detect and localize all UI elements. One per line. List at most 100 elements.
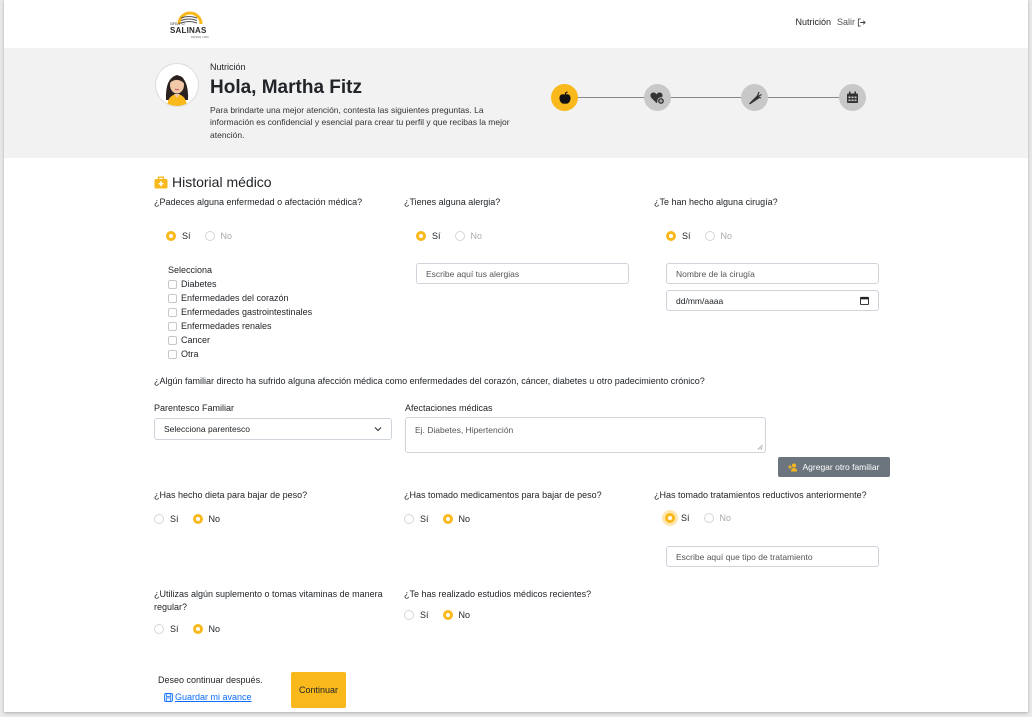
save-icon <box>164 692 173 702</box>
question-diet: ¿Has hecho dieta para bajar de peso? <box>154 490 308 500</box>
option-label: Enfermedades del corazón <box>181 293 289 303</box>
relation-label: Parentesco Familiar <box>154 403 235 413</box>
radio-studies-yes[interactable] <box>404 610 414 620</box>
radio-diet-no[interactable] <box>192 514 203 524</box>
radio-studies-yes-label: Sí <box>420 610 429 620</box>
option-label: Cancer <box>181 335 211 345</box>
surgery-date-input[interactable]: dd/mm/aaaa <box>666 290 879 311</box>
option-label: Otra <box>181 349 199 359</box>
option-label: Diabetes <box>181 279 217 289</box>
radio-treatments-yes-label: Sí <box>681 513 690 523</box>
question-studies: ¿Te has realizado estudios médicos recie… <box>404 589 592 599</box>
radio-medication-no[interactable] <box>442 514 453 524</box>
option-other[interactable]: Otra <box>168 347 312 361</box>
radio-allergy-no[interactable] <box>454 231 465 241</box>
radio-diet-no-label: No <box>208 514 221 524</box>
radio-group-studies: Sí No <box>404 610 478 620</box>
user-plus-icon <box>788 463 798 471</box>
question-surgery: ¿Te han hecho alguna cirugía? <box>654 197 778 207</box>
radio-surgery-yes[interactable] <box>666 231 676 241</box>
option-diabetes[interactable]: Diabetes <box>168 277 312 291</box>
relation-select[interactable]: Selecciona parentesco <box>154 418 392 440</box>
calendar-picker-icon[interactable] <box>860 296 869 305</box>
step-nutrition[interactable] <box>551 84 578 111</box>
radio-group-diet: Sí No <box>154 514 228 524</box>
illness-options-list: Diabetes Enfermedades del corazón Enferm… <box>168 277 312 361</box>
radio-studies-no-label: No <box>458 610 471 620</box>
woman-avatar-icon <box>165 75 189 106</box>
radio-illness-yes-label: Sí <box>182 231 191 241</box>
checkbox[interactable] <box>168 307 177 317</box>
radio-diet-yes-label: Sí <box>170 514 179 524</box>
option-renal[interactable]: Enfermedades renales <box>168 319 312 333</box>
option-label: Enfermedades gastrointestinales <box>181 307 313 317</box>
page: GRUPO SALINAS DESDE 1906 Nutrición Salir… <box>4 0 1028 712</box>
grupo-salinas-logo[interactable]: GRUPO SALINAS DESDE 1906 <box>169 6 211 40</box>
save-progress-link[interactable]: Guardar mi avance <box>164 692 252 702</box>
radio-allergy-no-label: No <box>470 231 483 241</box>
resize-handle-icon[interactable] <box>757 444 763 450</box>
radio-supplements-yes-label: Sí <box>170 624 179 634</box>
radio-diet-yes[interactable] <box>154 514 164 524</box>
radio-studies-no[interactable] <box>442 610 453 620</box>
add-family-label: Agregar otro familiar <box>802 462 880 472</box>
profile-header <box>4 48 1028 158</box>
radio-surgery-no-label: No <box>720 231 733 241</box>
radio-illness-no-label: No <box>220 231 233 241</box>
radio-group-treatments: Sí No <box>665 513 739 523</box>
radio-illness-no[interactable] <box>204 231 215 241</box>
top-nav: Nutrición Salir <box>795 17 866 27</box>
page-title: Hola, Martha Fitz <box>210 77 363 98</box>
logo-subtext: DESDE 1906 <box>191 35 209 39</box>
radio-illness-yes[interactable] <box>166 231 176 241</box>
surgery-date-value: dd/mm/aaaa <box>676 295 724 306</box>
add-family-button[interactable]: Agregar otro familiar <box>778 457 890 477</box>
conditions-placeholder: Ej. Diabetes, Hipertención <box>415 425 514 435</box>
checkbox[interactable] <box>168 293 177 303</box>
radio-medication-no-label: No <box>458 514 471 524</box>
step-health[interactable] <box>644 84 671 111</box>
checkbox[interactable] <box>168 349 177 359</box>
logout-label: Salir <box>836 17 855 27</box>
continue-later-text: Deseo continuar después. <box>158 675 263 685</box>
radio-supplements-yes[interactable] <box>154 624 164 634</box>
radio-surgery-yes-label: Sí <box>682 231 691 241</box>
relation-select-value: Selecciona parentesco <box>164 424 251 434</box>
logo-text: SALINAS <box>170 26 207 35</box>
radio-treatments-yes[interactable] <box>665 513 675 523</box>
radio-medication-yes[interactable] <box>404 514 414 524</box>
option-cancer[interactable]: Cancer <box>168 333 312 347</box>
question-allergy: ¿Tienes alguna alergia? <box>404 197 501 207</box>
radio-group-surgery: Sí No <box>666 231 740 241</box>
allergies-input[interactable]: Escribe aquí tus alergias <box>416 263 629 284</box>
radio-supplements-no[interactable] <box>192 624 203 634</box>
continue-button[interactable]: Continuar <box>291 672 346 708</box>
radio-surgery-no[interactable] <box>704 231 715 241</box>
step-diet[interactable] <box>741 84 768 111</box>
save-progress-label: Guardar mi avance <box>175 692 252 702</box>
question-treatments: ¿Has tomado tratamientos reductivos ante… <box>654 490 867 500</box>
radio-treatments-no[interactable] <box>703 513 714 523</box>
radio-allergy-yes[interactable] <box>416 231 426 241</box>
conditions-label: Afectaciones médicas <box>405 403 493 413</box>
apple-icon <box>558 90 571 104</box>
logout-link[interactable]: Salir <box>837 17 866 27</box>
treatment-type-input[interactable]: Escribe aquí que tipo de tratamiento <box>666 546 879 567</box>
header-description: Para brindarte una mejor atención, conte… <box>210 105 510 140</box>
surgery-name-input[interactable]: Nombre de la cirugía <box>666 263 879 284</box>
radio-group-supplements: Sí No <box>154 624 228 634</box>
checkbox[interactable] <box>168 321 177 331</box>
radio-treatments-no-label: No <box>719 513 732 523</box>
question-supplements: ¿Utilizas algún suplemento o tomas vitam… <box>154 589 383 612</box>
checkbox[interactable] <box>168 335 177 345</box>
step-schedule[interactable] <box>839 84 866 111</box>
header-section-label: Nutrición <box>210 62 246 72</box>
radio-medication-yes-label: Sí <box>420 514 429 524</box>
heart-plus-icon <box>650 92 665 105</box>
conditions-textarea[interactable]: Ej. Diabetes, Hipertención <box>405 417 766 453</box>
option-heart[interactable]: Enfermedades del corazón <box>168 291 312 305</box>
avatar <box>156 64 198 106</box>
checkbox[interactable] <box>168 279 177 289</box>
nav-nutrition-link[interactable]: Nutrición <box>795 17 831 27</box>
option-gastro[interactable]: Enfermedades gastrointestinales <box>168 305 312 319</box>
